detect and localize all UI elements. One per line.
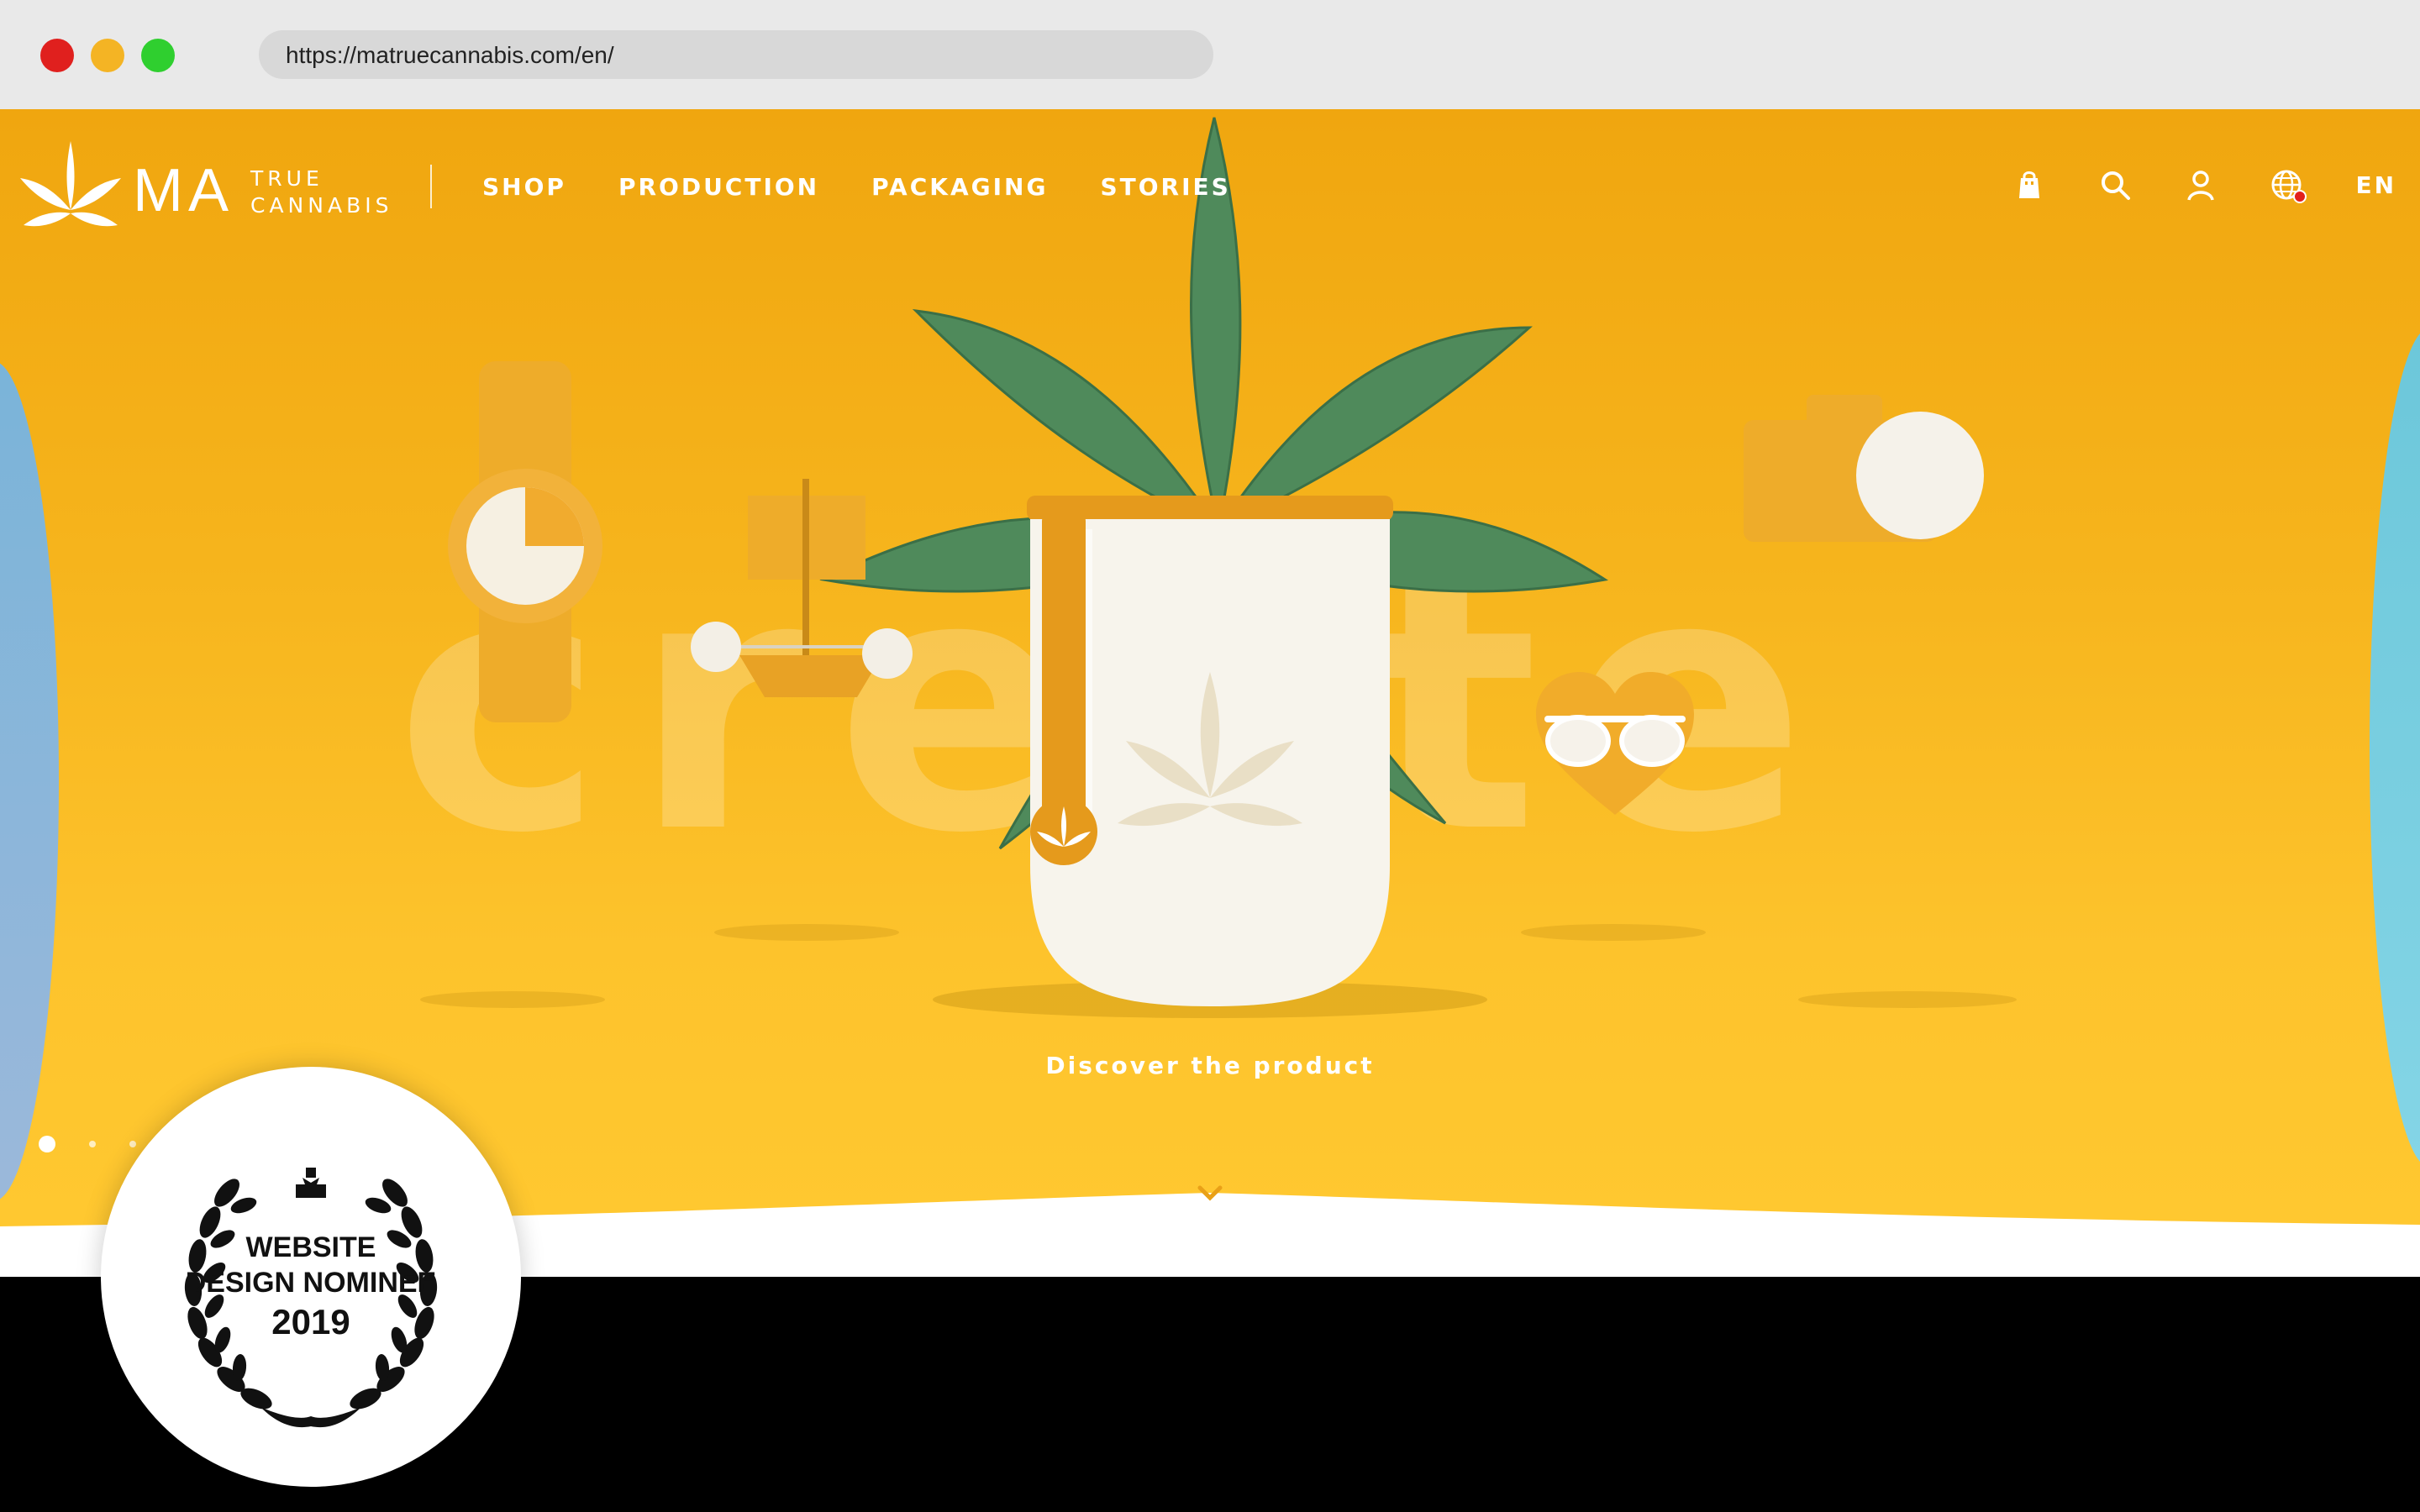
watch-shadow: [420, 991, 605, 1008]
heart-sunglasses-illustration: [1536, 672, 1694, 815]
award-line-2: DESIGN NOMINEE: [185, 1267, 437, 1299]
address-bar[interactable]: https://matruecannabis.com/en/: [259, 30, 1213, 79]
shopping-bag-icon[interactable]: [2012, 168, 2046, 202]
site-logo[interactable]: MA TRUE CANNABIS: [20, 141, 390, 234]
maximize-window-button[interactable]: [141, 39, 175, 72]
nav-production[interactable]: PRODUCTION: [618, 173, 819, 201]
browser-chrome: https://matruecannabis.com/en/: [0, 0, 2420, 109]
nav-shop[interactable]: SHOP: [482, 173, 566, 201]
logo-cannabis-text: CANNABIS: [250, 193, 393, 218]
user-icon[interactable]: [2184, 168, 2217, 202]
heart-shadow: [1521, 924, 1706, 941]
award-line-1: WEBSITE: [245, 1231, 376, 1263]
camera-illustration: [1744, 395, 1984, 542]
slide-dot-1[interactable]: [39, 1136, 55, 1152]
logo-true-text: TRUE: [250, 166, 324, 191]
language-selector[interactable]: EN: [2355, 171, 2396, 199]
award-line-3: 2019: [271, 1302, 350, 1341]
cannabis-leaf-icon: [20, 141, 121, 227]
hero-section: create: [0, 109, 2420, 1226]
search-icon[interactable]: [2098, 168, 2132, 202]
url-text: https://matruecannabis.com/en/: [286, 42, 614, 68]
slide-dot-2[interactable]: [89, 1141, 96, 1147]
ship-shadow: [714, 924, 899, 941]
camera-shadow: [1798, 991, 2017, 1008]
nav-packaging[interactable]: PACKAGING: [871, 173, 1048, 201]
logo-ma-text: MA: [133, 157, 234, 224]
product-jar: [1027, 496, 1393, 1006]
globe-icon[interactable]: [2270, 168, 2307, 203]
notification-dot: [2293, 190, 2307, 203]
header-divider: [430, 165, 432, 208]
main-navigation: SHOP PRODUCTION PACKAGING STORIES: [482, 173, 1231, 201]
award-badge: WEBSITE DESIGN NOMINEE 2019: [101, 1067, 521, 1487]
minimize-window-button[interactable]: [91, 39, 124, 72]
close-window-button[interactable]: [40, 39, 74, 72]
nav-stories[interactable]: STORIES: [1100, 173, 1230, 201]
watch-illustration: [448, 361, 602, 722]
header-icons: EN: [2012, 168, 2396, 203]
scroll-down-icon[interactable]: [1197, 1184, 1223, 1203]
